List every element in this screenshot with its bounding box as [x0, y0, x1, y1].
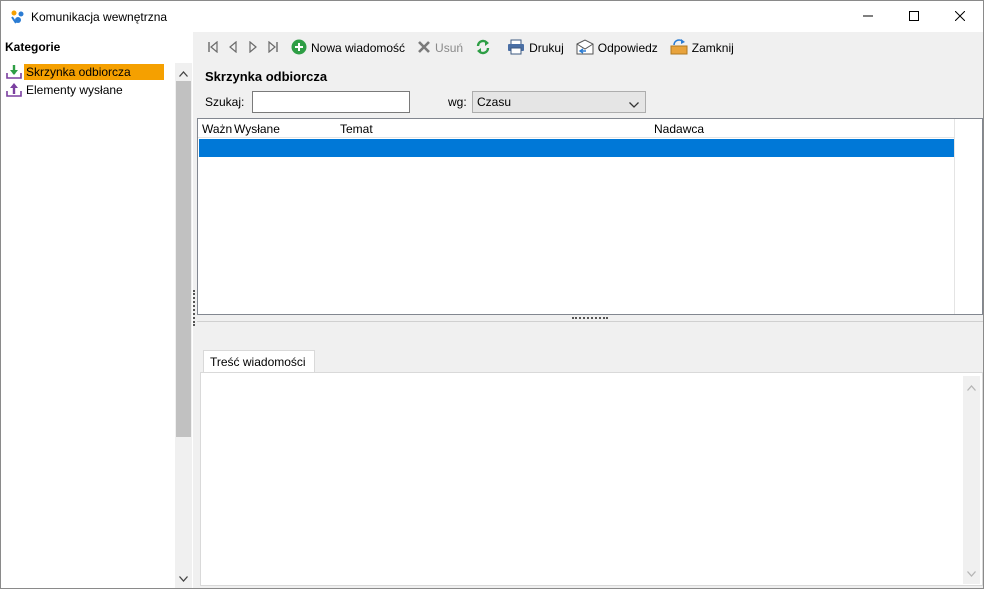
- sort-label: wg:: [448, 95, 467, 109]
- table-row[interactable]: [199, 139, 954, 157]
- previous-record-button[interactable]: [223, 38, 243, 58]
- scroll-up-icon[interactable]: [179, 66, 188, 80]
- previous-record-icon: [227, 40, 239, 56]
- message-grid[interactable]: Ważn Wysłane Temat Nadawca: [197, 118, 983, 315]
- category-label-sent: Elementy wysłane: [26, 83, 123, 97]
- first-record-icon: [207, 40, 219, 56]
- last-record-button[interactable]: [263, 38, 283, 58]
- reply-label: Odpowiedz: [597, 41, 658, 55]
- inbox-download-icon: [6, 64, 22, 80]
- grid-divider: [954, 119, 955, 314]
- message-panel: Nowa wiadomość Usuń Drukuj Odpowiedz Zam…: [196, 32, 983, 588]
- search-label: Szukaj:: [205, 95, 245, 109]
- category-header: Kategorie: [5, 40, 61, 54]
- scroll-down-icon[interactable]: [179, 571, 188, 585]
- close-icon: [954, 10, 966, 24]
- title-bar: Komunikacja wewnętrzna: [1, 1, 983, 32]
- tab-message-content[interactable]: Treść wiadomości: [203, 350, 315, 373]
- column-header-sender[interactable]: Nadawca: [654, 122, 704, 136]
- message-content-area[interactable]: [200, 372, 983, 586]
- grid-header: Ważn Wysłane Temat Nadawca: [198, 119, 955, 138]
- close-button[interactable]: Zamknij: [666, 36, 738, 60]
- category-item-inbox[interactable]: Skrzynka odbiorcza: [4, 63, 174, 81]
- content-scrollbar[interactable]: [963, 376, 980, 584]
- next-record-button[interactable]: [243, 38, 263, 58]
- list-title: Skrzynka odbiorcza: [205, 69, 328, 84]
- delete-button[interactable]: Usuń: [413, 36, 467, 60]
- sort-select[interactable]: Czasu: [472, 91, 646, 113]
- first-record-button[interactable]: [203, 38, 223, 58]
- scroll-up-icon[interactable]: [967, 380, 976, 394]
- new-message-label: Nowa wiadomość: [311, 41, 406, 55]
- window-title: Komunikacja wewnętrzna: [31, 10, 168, 24]
- delete-label: Usuń: [435, 41, 464, 55]
- maximize-button[interactable]: [891, 1, 937, 32]
- print-label: Drukuj: [529, 41, 564, 55]
- chevron-down-icon: [629, 97, 639, 111]
- refresh-icon: [475, 39, 495, 58]
- reply-envelope-icon: [576, 38, 598, 58]
- search-input[interactable]: [252, 91, 410, 113]
- close-box-icon: [670, 38, 692, 58]
- splitter-grip[interactable]: [572, 317, 608, 319]
- close-window-button[interactable]: [937, 1, 983, 32]
- sent-upload-icon: [6, 82, 22, 98]
- app-window: Komunikacja wewnętrzna Kategorie Skrzynk…: [0, 0, 984, 589]
- delete-x-icon: [417, 40, 435, 57]
- column-header-importance[interactable]: Ważn: [202, 122, 232, 136]
- toolbar: Nowa wiadomość Usuń Drukuj Odpowiedz Zam…: [196, 32, 983, 64]
- category-label-inbox: Skrzynka odbiorcza: [24, 64, 164, 80]
- category-panel: Kategorie Skrzynka odbiorcza Elementy wy…: [1, 32, 193, 588]
- column-header-sent[interactable]: Wysłane: [234, 122, 280, 136]
- column-header-subject[interactable]: Temat: [340, 122, 373, 136]
- close-label: Zamknij: [691, 41, 734, 55]
- plus-circle-icon: [291, 39, 311, 58]
- message-detail: Treść wiadomości: [197, 321, 983, 588]
- splitter-grip[interactable]: [193, 290, 195, 326]
- sort-select-value: Czasu: [477, 95, 512, 109]
- app-logo-icon: [10, 9, 26, 25]
- printer-icon: [507, 39, 529, 58]
- next-record-icon: [247, 40, 259, 56]
- refresh-button[interactable]: [471, 36, 499, 60]
- last-record-icon: [267, 40, 279, 56]
- scrollbar-thumb[interactable]: [176, 81, 191, 437]
- new-message-button[interactable]: Nowa wiadomość: [287, 36, 409, 60]
- category-scrollbar[interactable]: [175, 63, 192, 588]
- category-item-sent[interactable]: Elementy wysłane: [4, 81, 174, 99]
- category-tree: Skrzynka odbiorcza Elementy wysłane: [4, 63, 174, 99]
- reply-button[interactable]: Odpowiedz: [572, 36, 662, 60]
- minimize-icon: [863, 10, 873, 24]
- print-button[interactable]: Drukuj: [503, 36, 568, 60]
- minimize-button[interactable]: [845, 1, 891, 32]
- scroll-down-icon[interactable]: [967, 566, 976, 580]
- maximize-icon: [909, 10, 919, 24]
